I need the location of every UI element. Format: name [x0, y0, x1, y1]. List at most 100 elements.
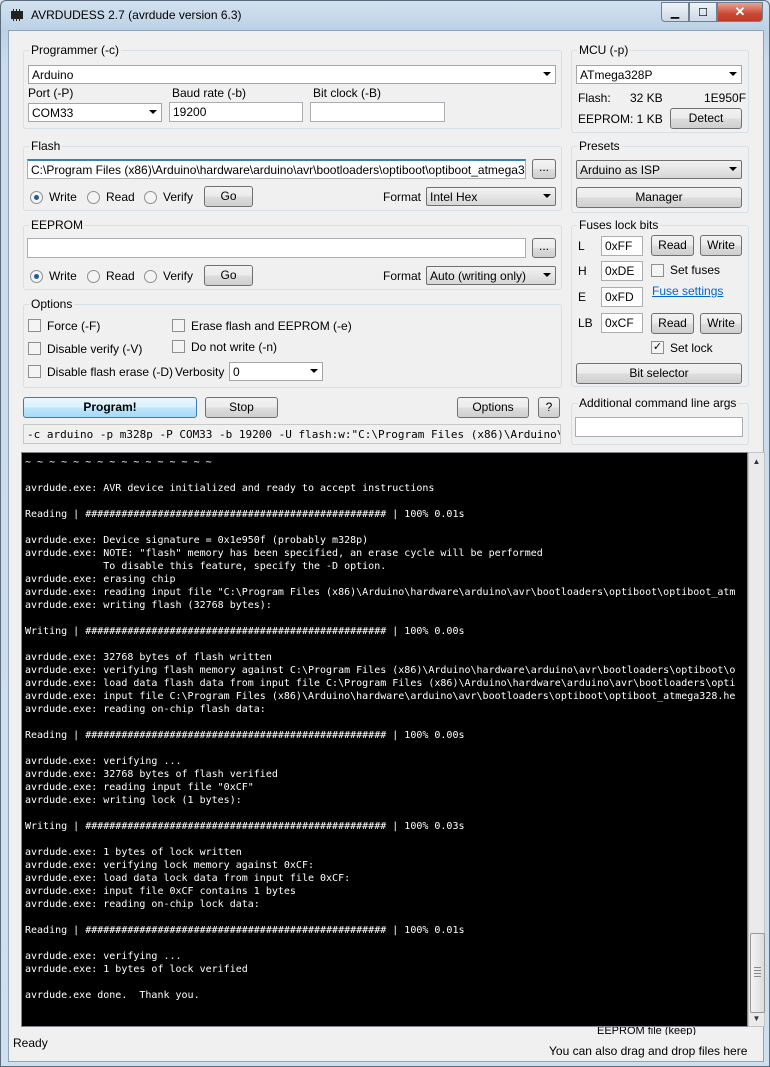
fuse-e-input[interactable]: 0xFD	[601, 287, 643, 307]
flash-read-radio[interactable]	[87, 191, 100, 204]
presets-manager-button[interactable]: Manager	[576, 187, 742, 208]
flash-verify-radio[interactable]	[144, 191, 157, 204]
lock-read-button[interactable]: Read	[651, 313, 694, 334]
chevron-down-icon	[543, 273, 551, 277]
eeprom-verify-radio[interactable]	[144, 270, 157, 283]
fuse-settings-link[interactable]: Fuse settings	[652, 284, 723, 298]
console-text: ~ ~ ~ ~ ~ ~ ~ ~ ~ ~ ~ ~ ~ ~ ~ ~ avrdude.…	[25, 457, 736, 1001]
eeprom-browse-button[interactable]: ...	[532, 238, 556, 258]
stop-button[interactable]: Stop	[205, 397, 278, 418]
additional-args-input[interactable]	[575, 417, 743, 437]
fuse-e-label: E	[578, 290, 587, 304]
flash-browse-button[interactable]: ...	[532, 159, 556, 179]
options-group-label: Options	[29, 297, 75, 311]
flash-group: Flash C:\Program Files (x86)\Arduino\har…	[23, 139, 562, 211]
close-button[interactable]: ✕	[717, 2, 763, 22]
scroll-thumb[interactable]	[750, 933, 765, 1013]
scroll-up-icon[interactable]: ▲	[749, 453, 764, 469]
mcu-select-value: ATmega328P	[580, 68, 653, 82]
lock-lb-input[interactable]: 0xCF	[601, 313, 643, 333]
lock-write-button[interactable]: Write	[700, 313, 742, 334]
disable-flash-erase-label: Disable flash erase (-D)	[47, 365, 174, 379]
bit-selector-button[interactable]: Bit selector	[576, 363, 742, 384]
additional-args-group: Additional command line args	[571, 396, 749, 445]
do-not-write-label: Do not write (-n)	[191, 340, 278, 354]
eeprom-verify-label: Verify	[163, 269, 194, 283]
client-area: Programmer (-c) Arduino Port (-P) COM33 …	[8, 30, 765, 1062]
presets-select-value: Arduino as ISP	[580, 163, 661, 177]
verbosity-select[interactable]: 0	[229, 362, 323, 381]
bit-clock-input[interactable]	[310, 102, 445, 122]
fuse-read-button[interactable]: Read	[651, 235, 694, 256]
baud-rate-input[interactable]: 19200	[169, 102, 303, 122]
close-icon: ✕	[734, 4, 746, 19]
flash-go-button[interactable]: Go	[204, 186, 253, 207]
chevron-down-icon	[543, 72, 551, 76]
presets-group-label: Presets	[577, 139, 622, 153]
presets-select[interactable]: Arduino as ISP	[576, 160, 742, 179]
eeprom-read-radio[interactable]	[87, 270, 100, 283]
fuse-write-button[interactable]: Write	[700, 235, 742, 256]
console-scrollbar[interactable]: ▲ ▼	[748, 452, 765, 1027]
additional-args-label: Additional command line args	[577, 396, 739, 410]
eeprom-format-label: Format	[383, 269, 422, 283]
signature-value: 1E950F	[704, 91, 747, 105]
erase-label: Erase flash and EEPROM (-e)	[191, 319, 352, 333]
minimize-icon: ▁	[670, 6, 680, 19]
port-label: Port (-P)	[28, 86, 74, 100]
port-select-value: COM33	[32, 106, 74, 120]
fuse-l-input[interactable]: 0xFF	[601, 236, 643, 256]
erase-checkbox[interactable]	[172, 319, 185, 332]
flash-write-label: Write	[49, 190, 77, 204]
eeprom-size-label: EEPROM: 1 KB	[578, 112, 663, 126]
disable-verify-checkbox[interactable]	[28, 342, 41, 355]
options-button[interactable]: Options	[457, 397, 529, 418]
flash-file-input[interactable]: C:\Program Files (x86)\Arduino\hardware\…	[27, 159, 526, 179]
flash-verify-label: Verify	[163, 190, 194, 204]
eeprom-file-input[interactable]	[27, 238, 526, 258]
programmer-group: Programmer (-c) Arduino Port (-P) COM33 …	[23, 43, 562, 129]
programmer-group-label: Programmer (-c)	[29, 43, 122, 57]
do-not-write-checkbox[interactable]	[172, 340, 185, 353]
mcu-group: MCU (-p) ATmega328P Flash: 32 KB 1E950F …	[571, 43, 749, 133]
maximize-icon: ☐	[698, 6, 708, 19]
fuses-group: Fuses lock bits L 0xFF Read Write H 0xDE…	[571, 218, 749, 387]
maximize-button[interactable]: ☐	[689, 2, 717, 22]
console-output[interactable]: ~ ~ ~ ~ ~ ~ ~ ~ ~ ~ ~ ~ ~ ~ ~ ~ avrdude.…	[21, 452, 748, 1027]
mcu-select[interactable]: ATmega328P	[576, 65, 742, 84]
port-select[interactable]: COM33	[28, 103, 162, 122]
detect-button[interactable]: Detect	[670, 108, 742, 129]
app-icon	[11, 9, 23, 21]
flash-read-label: Read	[106, 190, 135, 204]
eeprom-write-label: Write	[49, 269, 77, 283]
command-preview: -c arduino -p m328p -P COM33 -b 19200 -U…	[23, 424, 561, 444]
flash-format-select[interactable]: Intel Hex	[426, 187, 556, 206]
scroll-down-icon[interactable]: ▼	[749, 1010, 764, 1026]
eeprom-read-label: Read	[106, 269, 135, 283]
eeprom-go-button[interactable]: Go	[204, 265, 253, 286]
minimize-button[interactable]: ▁	[661, 2, 689, 22]
set-fuses-checkbox[interactable]	[651, 264, 664, 277]
flash-write-radio[interactable]	[30, 191, 43, 204]
mcu-group-label: MCU (-p)	[577, 43, 631, 57]
checkmark-icon: ✓	[652, 341, 663, 353]
help-button[interactable]: ?	[538, 397, 560, 418]
disable-flash-erase-checkbox[interactable]	[28, 365, 41, 378]
flash-group-label: Flash	[29, 139, 63, 153]
fuses-group-label: Fuses lock bits	[577, 218, 661, 232]
fuse-h-label: H	[578, 264, 587, 278]
chevron-down-icon	[729, 167, 737, 171]
title-bar[interactable]: AVRDUDESS 2.7 (avrdude version 6.3) ▁ ☐ …	[1, 1, 769, 29]
eeprom-format-select[interactable]: Auto (writing only)	[426, 266, 556, 285]
main-window: AVRDUDESS 2.7 (avrdude version 6.3) ▁ ☐ …	[0, 0, 770, 1067]
fuse-h-input[interactable]: 0xDE	[601, 261, 643, 281]
status-text: Ready	[13, 1036, 48, 1050]
chevron-down-icon	[149, 110, 157, 114]
program-button[interactable]: Program!	[23, 397, 197, 418]
eeprom-group-label: EEPROM	[29, 218, 86, 232]
eeprom-write-radio[interactable]	[30, 270, 43, 283]
force-checkbox[interactable]	[28, 319, 41, 332]
programmer-select[interactable]: Arduino	[28, 65, 556, 84]
set-lock-checkbox[interactable]: ✓	[651, 341, 664, 354]
options-group: Options Force (-F) Disable verify (-V) D…	[23, 297, 562, 388]
